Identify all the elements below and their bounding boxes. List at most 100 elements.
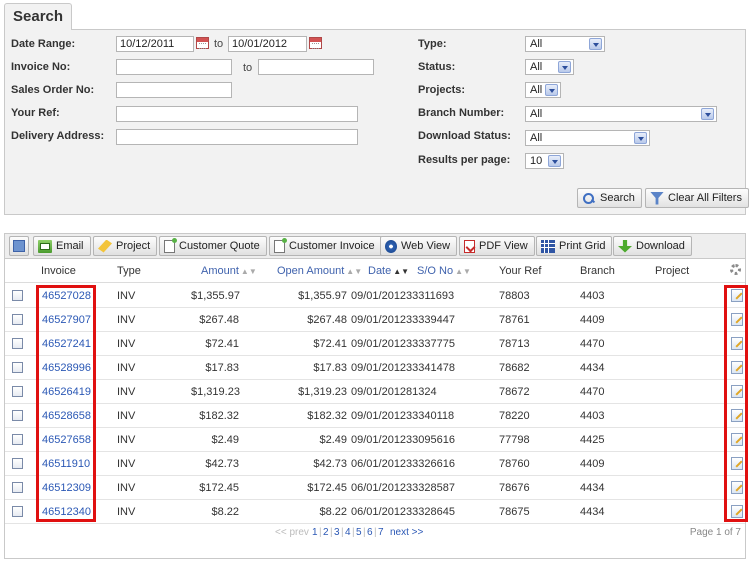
status-select[interactable]: All bbox=[525, 59, 574, 75]
invoice-no-label: Invoice No: bbox=[11, 61, 71, 73]
select-all-button[interactable] bbox=[9, 236, 29, 256]
so-no-cell: 33341478 bbox=[406, 362, 455, 374]
your-ref-cell: 78676 bbox=[499, 482, 530, 494]
invoice-link[interactable]: 46527028 bbox=[42, 290, 91, 302]
invoice-link[interactable]: 46511910 bbox=[42, 458, 90, 470]
sort-icon: ▲▼ bbox=[346, 267, 363, 276]
page-link[interactable]: 4 bbox=[345, 527, 351, 538]
page-link[interactable]: 3 bbox=[334, 527, 340, 538]
web-view-button[interactable]: Web View bbox=[380, 236, 458, 256]
calendar-icon[interactable] bbox=[309, 37, 322, 49]
customer-invoice-button[interactable]: Customer Invoice bbox=[269, 236, 382, 256]
results-per-page-label: Results per page: bbox=[418, 154, 511, 166]
edit-icon[interactable] bbox=[731, 481, 743, 494]
branch-cell: 4470 bbox=[580, 386, 605, 398]
page-link[interactable]: 2 bbox=[323, 527, 329, 538]
search-button[interactable]: Search bbox=[577, 188, 642, 208]
branch-number-select[interactable]: All bbox=[525, 106, 717, 122]
row-checkbox[interactable] bbox=[12, 290, 23, 301]
header-open-amount[interactable]: Open Amount ▲▼ bbox=[277, 265, 362, 277]
header-amount[interactable]: Amount ▲▼ bbox=[201, 265, 257, 277]
row-checkbox[interactable] bbox=[12, 314, 23, 325]
edit-icon[interactable] bbox=[731, 433, 743, 446]
edit-icon[interactable] bbox=[731, 385, 743, 398]
type-cell: INV bbox=[117, 290, 136, 302]
edit-icon[interactable] bbox=[731, 337, 743, 350]
edit-icon[interactable] bbox=[731, 289, 743, 302]
pager-next[interactable]: next >> bbox=[390, 527, 423, 538]
pager-sep: | bbox=[352, 527, 355, 538]
invoice-link[interactable]: 46512340 bbox=[42, 506, 91, 518]
page-link[interactable]: 1 bbox=[312, 527, 318, 538]
sort-icon: ▲▼ bbox=[455, 267, 471, 276]
results-per-page-select[interactable]: 10 bbox=[525, 153, 564, 169]
invoice-link[interactable]: 46528658 bbox=[42, 410, 91, 422]
gear-icon[interactable] bbox=[730, 264, 741, 275]
chevron-down-icon bbox=[548, 155, 561, 167]
page-link[interactable]: 6 bbox=[367, 527, 373, 538]
calendar-icon[interactable] bbox=[196, 37, 209, 49]
type-cell: INV bbox=[117, 410, 136, 422]
open-amount-cell: $267.48 bbox=[307, 314, 347, 326]
row-checkbox[interactable] bbox=[12, 458, 23, 469]
email-button[interactable]: Email bbox=[33, 236, 91, 256]
your-ref-input[interactable] bbox=[116, 106, 358, 122]
row-checkbox[interactable] bbox=[12, 482, 23, 493]
table-row: 46511910 INV $42.73 $42.73 06/01/2012 3332661… bbox=[5, 452, 745, 476]
chevron-down-icon bbox=[701, 108, 714, 120]
project-button[interactable]: Project bbox=[93, 236, 158, 256]
edit-icon[interactable] bbox=[731, 361, 743, 374]
edit-icon[interactable] bbox=[731, 505, 743, 518]
pdf-view-button[interactable]: PDF View bbox=[459, 236, 535, 256]
page-link[interactable]: 5 bbox=[356, 527, 362, 538]
row-checkbox[interactable] bbox=[12, 386, 23, 397]
invoice-link[interactable]: 46528996 bbox=[42, 362, 91, 374]
edit-icon[interactable] bbox=[731, 313, 743, 326]
email-button-label: Email bbox=[56, 240, 84, 252]
header-date[interactable]: Date ▲▼ bbox=[368, 265, 409, 277]
search-tab[interactable]: Search bbox=[4, 3, 72, 30]
invoice-from-input[interactable] bbox=[116, 59, 232, 75]
pager-prev: << prev bbox=[275, 527, 309, 538]
row-checkbox[interactable] bbox=[12, 338, 23, 349]
date-from-input[interactable]: 10/12/2011 bbox=[116, 36, 194, 52]
invoice-link[interactable]: 46527658 bbox=[42, 434, 91, 446]
projects-select[interactable]: All bbox=[525, 82, 561, 98]
download-button[interactable]: Download bbox=[613, 236, 692, 256]
invoice-link[interactable]: 46527907 bbox=[42, 314, 91, 326]
invoice-link[interactable]: 46526419 bbox=[42, 386, 91, 398]
customer-invoice-label: Customer Invoice bbox=[289, 240, 375, 252]
invoice-to-input[interactable] bbox=[258, 59, 374, 75]
download-label: Download bbox=[636, 240, 685, 252]
type-label: Type: bbox=[418, 38, 447, 50]
pager-sep: | bbox=[341, 527, 344, 538]
edit-icon[interactable] bbox=[731, 457, 743, 470]
so-no-cell: 33337775 bbox=[406, 338, 455, 350]
grid-icon bbox=[541, 239, 555, 253]
page-link[interactable]: 7 bbox=[378, 527, 384, 538]
open-amount-cell: $182.32 bbox=[307, 410, 347, 422]
table-row: 46526419 INV $1,319.23 $1,319.23 09/01/2012 8… bbox=[5, 380, 745, 404]
invoice-link[interactable]: 46512309 bbox=[42, 482, 91, 494]
print-grid-button[interactable]: Print Grid bbox=[536, 236, 613, 256]
sales-order-input[interactable] bbox=[116, 82, 232, 98]
delivery-address-input[interactable] bbox=[116, 129, 358, 145]
edit-icon[interactable] bbox=[731, 409, 743, 422]
row-checkbox[interactable] bbox=[12, 410, 23, 421]
row-checkbox[interactable] bbox=[12, 362, 23, 373]
invoice-link[interactable]: 46527241 bbox=[42, 338, 91, 350]
header-so-no[interactable]: S/O No ▲▼ bbox=[417, 265, 471, 277]
row-checkbox[interactable] bbox=[12, 506, 23, 517]
date-to-input[interactable]: 10/01/2012 bbox=[228, 36, 307, 52]
search-button-label: Search bbox=[600, 192, 635, 204]
your-ref-cell: 78803 bbox=[499, 290, 530, 302]
type-select[interactable]: All bbox=[525, 36, 605, 52]
clear-all-filters-button[interactable]: Clear All Filters bbox=[645, 188, 749, 208]
header-type: Type bbox=[117, 265, 141, 277]
customer-quote-button[interactable]: Customer Quote bbox=[159, 236, 267, 256]
row-checkbox[interactable] bbox=[12, 434, 23, 445]
amount-cell: $1,355.97 bbox=[191, 290, 240, 302]
sales-order-no-label: Sales Order No: bbox=[11, 84, 95, 96]
amount-cell: $267.48 bbox=[199, 314, 239, 326]
download-status-select[interactable]: All bbox=[525, 130, 650, 146]
